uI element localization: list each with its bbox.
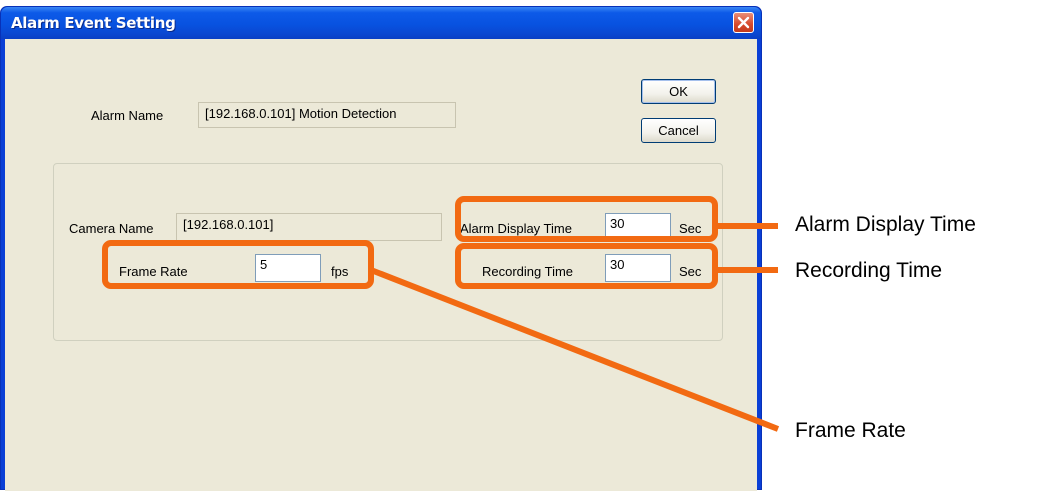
callout-alarm-display-time: Alarm Display Time bbox=[795, 213, 976, 236]
callout-recording-time: Recording Time bbox=[795, 259, 943, 282]
frame-rate-leader bbox=[369, 267, 780, 432]
callout-frame-rate: Frame Rate bbox=[795, 419, 906, 442]
callout-leader-lines bbox=[369, 223, 780, 432]
